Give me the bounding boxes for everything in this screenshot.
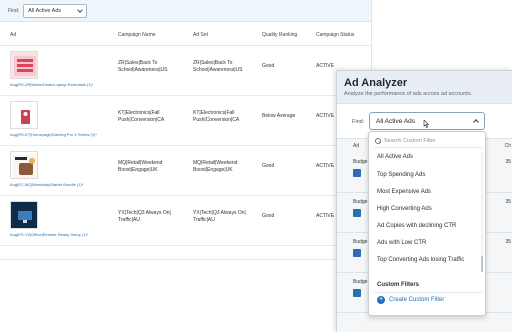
- filter-bar: Find: All Active Ads: [0, 0, 371, 22]
- campaign-name: YX|Tech|Q3 Always On| Traffic|AU: [118, 210, 171, 224]
- search-icon: [375, 138, 381, 144]
- dropdown-option[interactable]: Ads with Low CTR: [377, 240, 426, 246]
- product-ad-image: [13, 104, 37, 128]
- campaign-name: KT|Electronics|Fall Push|Conversion|CA: [118, 110, 164, 124]
- plus-circle-icon: +: [377, 296, 385, 304]
- chevron-down-icon: [77, 6, 83, 13]
- campaign-status: ACTIVE: [316, 213, 335, 219]
- hand-cursor-icon: [423, 120, 429, 128]
- ad-name-link[interactable]: Aug|EC-MQ|Weekday|Starter Bundle (1)*: [10, 182, 83, 187]
- ad-thumbnail[interactable]: [10, 201, 38, 229]
- campaign-name: MQ|Retail|Weekend Boost|Engage|UK: [118, 160, 162, 174]
- ad-name-link[interactable]: Aug|ES-YX|Office|Remote Ready Setup (1)*: [10, 232, 88, 237]
- filter-select[interactable]: All Active Ads: [23, 3, 88, 18]
- campaign-line-2: Push|Conversion|CA: [118, 117, 165, 123]
- campaign-line-1: YX|Tech|Q3 Always On|: [118, 210, 171, 216]
- filter-select-value: All Active Ads: [28, 7, 62, 14]
- scrollbar-track[interactable]: [481, 152, 483, 272]
- create-custom-filter-label: Create Custom Filter: [389, 297, 445, 303]
- quality-ranking: Good: [262, 163, 275, 169]
- campaign-line-2: School|Awareness|US: [118, 67, 168, 73]
- product-ad-image: [13, 204, 37, 228]
- find-label: Find:: [352, 119, 365, 125]
- row-value: 35: [505, 239, 511, 245]
- custom-filters-heading: Custom Filters: [377, 282, 420, 288]
- ad-name-link[interactable]: Aug|RS-KT|Homepage|Gaming Pro X Series (…: [10, 132, 97, 137]
- campaign-status: ACTIVE: [316, 113, 335, 119]
- screen: Find: All Active Ads Ad Campaign Name Ad…: [0, 0, 512, 332]
- adset-line-1: MQ|Retail|Weekend: [193, 160, 238, 166]
- adset-line-1: YX|Tech|Q3 Always On|: [193, 210, 246, 216]
- column-header-ad-set[interactable]: Ad Set: [193, 32, 208, 38]
- ad-thumbnail[interactable]: [10, 51, 38, 79]
- dropdown-option[interactable]: Top Spending Ads: [377, 172, 425, 178]
- scrollbar-thumb[interactable]: [481, 256, 483, 272]
- adset-line-2: Push|Conversion|CA: [193, 117, 240, 123]
- campaign-line-2: Boost|Engage|UK: [118, 167, 158, 173]
- adset-line-1: ZR|Sales|Back To: [193, 60, 233, 66]
- campaign-line-1: MQ|Retail|Weekend: [118, 160, 163, 166]
- filter-select-value: All Active Ads: [376, 117, 416, 125]
- table-row[interactable]: Aug|ES-YX|Office|Remote Ready Setup (1)*…: [0, 196, 371, 246]
- table-row[interactable]: Aug|RS-KT|Homepage|Gaming Pro X Series (…: [0, 96, 371, 146]
- budget-label: Budge: [353, 239, 368, 245]
- dropdown-option[interactable]: Ad Copies with declining CTR: [377, 223, 456, 229]
- filter-dropdown: Search Custom Filter All Active Ads Top …: [368, 131, 486, 316]
- facebook-icon: [353, 289, 361, 297]
- column-header-campaign-name[interactable]: Campaign Name: [118, 32, 156, 38]
- column-header-ad[interactable]: Ad: [10, 32, 16, 38]
- ad-set-name: YX|Tech|Q3 Always On| Traffic|AU: [193, 210, 246, 224]
- campaign-status: ACTIVE: [316, 163, 335, 169]
- budget-label: Budge: [353, 279, 368, 285]
- quality-ranking: Below Average: [262, 113, 296, 119]
- product-ad-image: [13, 154, 37, 178]
- ad-name-link[interactable]: Aug|RS-ZR|WinterDeals:Laptop Essentials …: [10, 82, 93, 87]
- column-header-quality-ranking[interactable]: Quality Ranking: [262, 32, 297, 38]
- ad-set-name: ZR|Sales|Back To School|Awareness|US: [193, 60, 242, 74]
- ad-set-name: KT|Electronics|Fall Push|Conversion|CA: [193, 110, 239, 124]
- dropdown-option[interactable]: High Converting Ads: [377, 206, 432, 212]
- divider: [373, 292, 483, 293]
- column-header-campaign-status[interactable]: Campaign Status: [316, 32, 354, 38]
- campaign-line-1: KT|Electronics|Fall: [118, 110, 160, 116]
- facebook-icon: [353, 209, 361, 217]
- row-value: 35: [505, 159, 511, 165]
- ad-thumbnail[interactable]: [10, 151, 38, 179]
- budget-label: Budge: [353, 199, 368, 205]
- adset-line-2: Boost|Engage|UK: [193, 167, 233, 173]
- adset-line-2: School|Awareness|US: [193, 67, 243, 73]
- search-input[interactable]: Search Custom Filter: [373, 135, 483, 148]
- facebook-icon: [353, 249, 361, 257]
- adset-line-2: Traffic|AU: [193, 217, 215, 223]
- campaign-line-2: Traffic|AU: [118, 217, 140, 223]
- ad-thumbnail[interactable]: [10, 101, 38, 129]
- ad-set-name: MQ|Retail|Weekend Boost|Engage|UK: [193, 160, 237, 174]
- chevron-up-icon: [473, 119, 479, 125]
- table-row[interactable]: Aug|RS-ZR|WinterDeals:Laptop Essentials …: [0, 46, 371, 96]
- campaign-name: ZR|Sales|Back To School|Awareness|US: [118, 60, 167, 74]
- sale-ad-image: [14, 56, 36, 76]
- table-row[interactable]: Aug|EC-MQ|Weekday|Starter Bundle (1)* MQ…: [0, 146, 371, 196]
- quality-ranking: Good: [262, 63, 275, 69]
- page-title: Ad Analyzer: [344, 77, 408, 89]
- column-header-ad[interactable]: Ad: [353, 143, 359, 149]
- column-header-ch[interactable]: Ch: [505, 143, 511, 149]
- budget-label: Budge: [353, 159, 368, 165]
- adset-line-1: KT|Electronics|Fall: [193, 110, 235, 116]
- dropdown-option[interactable]: Top Converting Ads losing Traffic: [377, 257, 464, 263]
- ads-table-panel: Find: All Active Ads Ad Campaign Name Ad…: [0, 0, 372, 260]
- facebook-icon: [353, 169, 361, 177]
- campaign-status: ACTIVE: [316, 63, 335, 69]
- page-subtitle: Analyze the performance of ads across ad…: [344, 91, 473, 97]
- search-placeholder: Search Custom Filter: [384, 138, 436, 144]
- table-header: Ad Campaign Name Ad Set Quality Ranking …: [0, 22, 371, 46]
- dropdown-option[interactable]: Most Expensive Ads: [377, 189, 431, 195]
- campaign-line-1: ZR|Sales|Back To: [118, 60, 158, 66]
- quality-ranking: Good: [262, 213, 275, 219]
- row-value: 35: [505, 199, 511, 205]
- dropdown-option[interactable]: All Active Ads: [377, 154, 413, 160]
- find-label: Find:: [8, 7, 20, 14]
- create-custom-filter-button[interactable]: + Create Custom Filter: [377, 296, 444, 304]
